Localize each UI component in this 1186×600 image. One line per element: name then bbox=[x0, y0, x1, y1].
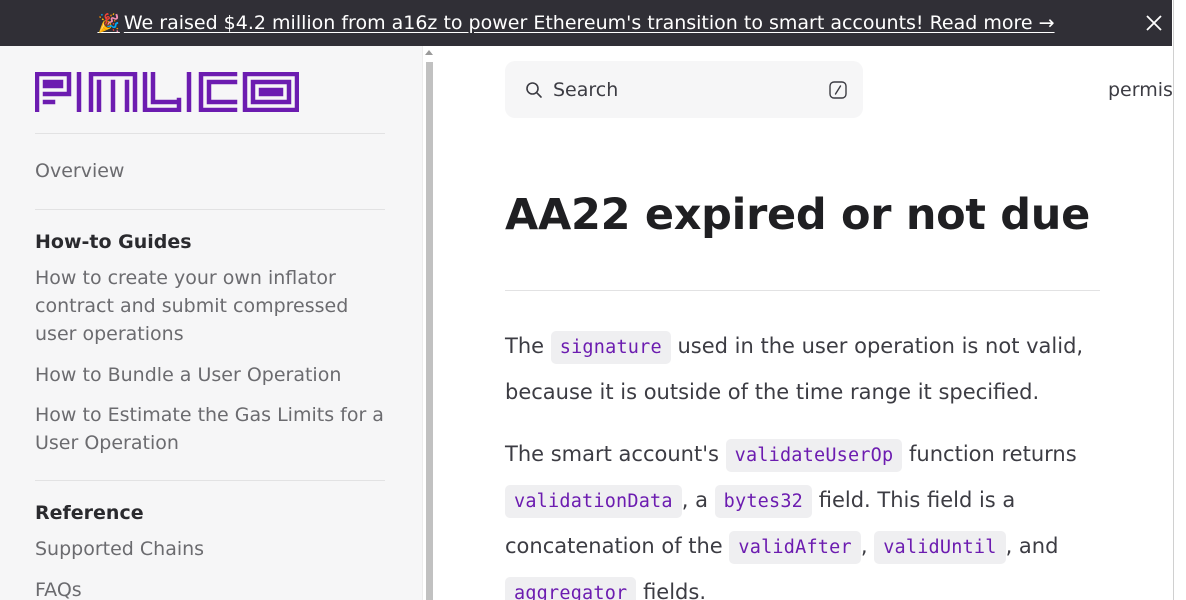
inline-code-validateuserop: validateUserOp bbox=[725, 439, 903, 472]
title-divider bbox=[505, 290, 1100, 291]
sidebar-scrollbar[interactable] bbox=[422, 46, 435, 600]
inline-code-validationdata: validationData bbox=[505, 485, 682, 518]
article-paragraph: The smart account's validateUserOp funct… bbox=[505, 432, 1105, 600]
announcement-banner: 🎉 We raised $4.2 million from a16z to po… bbox=[0, 0, 1172, 46]
inline-code-validuntil: validUntil bbox=[874, 531, 1006, 564]
article-paragraph: The signature used in the user operation… bbox=[505, 324, 1105, 414]
sidebar: Overview How-to Guides How to create you… bbox=[0, 46, 422, 600]
scroll-up-arrow-icon[interactable] bbox=[425, 50, 433, 55]
close-icon[interactable] bbox=[1142, 11, 1166, 35]
paragraph-text: The bbox=[505, 334, 545, 358]
page-scrollbar[interactable] bbox=[1172, 0, 1186, 600]
sidebar-item-bundle-user-operation[interactable]: How to Bundle a User Operation bbox=[35, 361, 395, 389]
inline-code-validafter: validAfter bbox=[729, 531, 861, 564]
paragraph-text: , a bbox=[681, 488, 708, 512]
sidebar-item-overview[interactable]: Overview bbox=[35, 157, 395, 185]
paragraph-text: , bbox=[860, 534, 868, 558]
pimlico-logo[interactable] bbox=[35, 72, 299, 112]
sidebar-item-estimate-gas-limits[interactable]: How to Estimate the Gas Limits for a Use… bbox=[35, 401, 397, 457]
sidebar-divider bbox=[35, 209, 385, 210]
sidebar-item-inflator-contract[interactable]: How to create your own inflator contract… bbox=[35, 264, 365, 348]
sidebar-item-supported-chains[interactable]: Supported Chains bbox=[35, 535, 395, 563]
sidebar-scrollbar-thumb[interactable] bbox=[426, 62, 433, 600]
search-button[interactable]: Search bbox=[505, 61, 863, 118]
sidebar-heading-how-to-guides: How-to Guides bbox=[35, 231, 192, 253]
search-label: Search bbox=[553, 79, 619, 101]
sidebar-divider bbox=[35, 480, 385, 481]
page-title: AA22 expired or not due bbox=[505, 190, 1090, 240]
top-nav: permis bbox=[1100, 60, 1172, 120]
sidebar-divider bbox=[35, 133, 385, 134]
top-nav-item-permissions[interactable]: permis bbox=[1108, 77, 1172, 103]
announcement-text: We raised $4.2 million from a16z to powe… bbox=[123, 12, 1055, 34]
search-icon bbox=[526, 82, 542, 98]
paragraph-text: function returns bbox=[909, 442, 1077, 466]
inline-code-bytes32: bytes32 bbox=[714, 485, 813, 518]
paragraph-text: The smart account's bbox=[505, 442, 719, 466]
paragraph-text: fields. bbox=[643, 580, 707, 600]
sidebar-item-faqs[interactable]: FAQs bbox=[35, 576, 395, 600]
paragraph-text: , and bbox=[1005, 534, 1059, 558]
inline-code-signature: signature bbox=[550, 331, 671, 364]
announcement-link[interactable]: 🎉 We raised $4.2 million from a16z to po… bbox=[97, 12, 1054, 34]
slash-key-icon bbox=[829, 81, 847, 99]
page-scrollbar-track bbox=[1173, 0, 1174, 600]
party-popper-icon: 🎉 bbox=[97, 12, 120, 34]
inline-code-aggregator: aggregator bbox=[505, 577, 637, 600]
sidebar-heading-reference: Reference bbox=[35, 502, 144, 524]
